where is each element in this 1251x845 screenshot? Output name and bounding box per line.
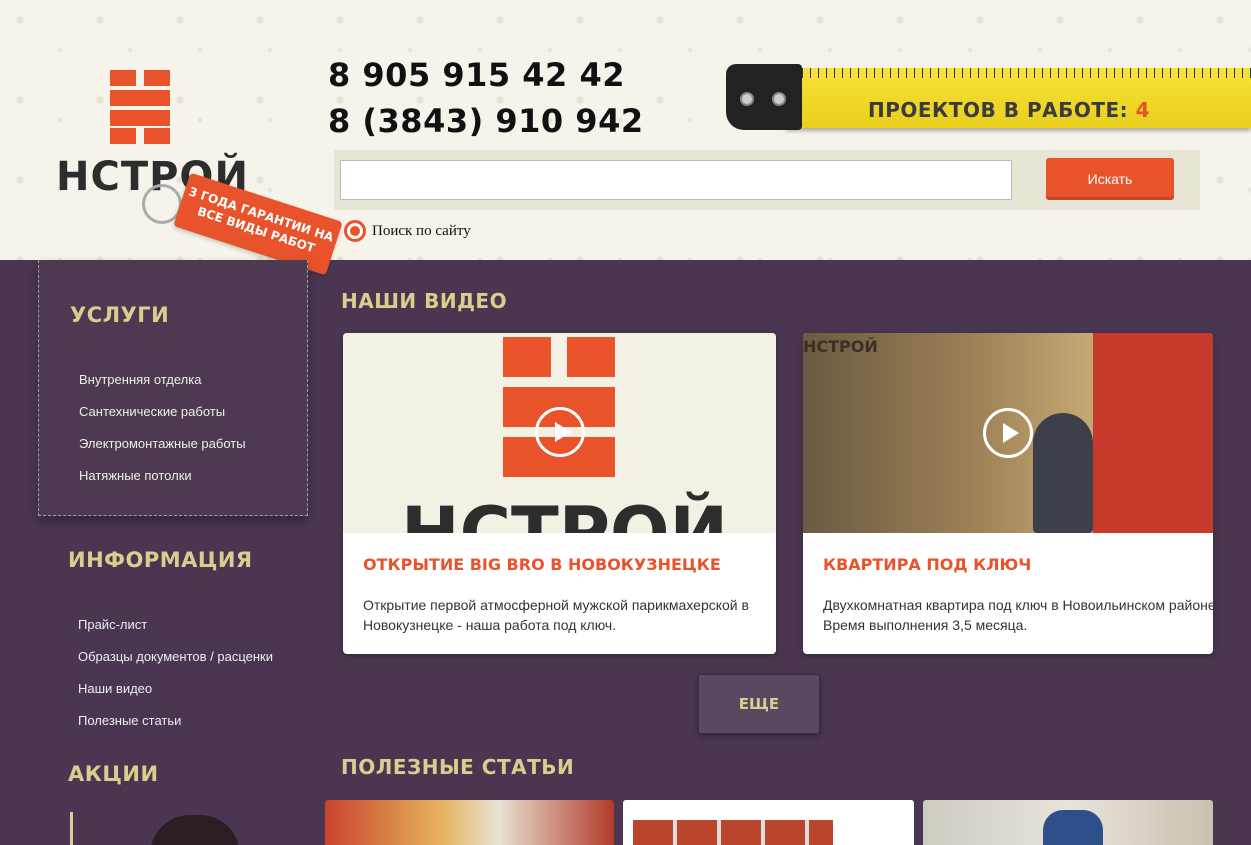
sidebar-item-electrical[interactable]: Электромонтажные работы: [79, 436, 246, 451]
phone-number-1[interactable]: 8 905 915 42 42: [328, 52, 644, 98]
search-scope-radio[interactable]: [344, 220, 366, 242]
figurine: [1033, 413, 1093, 533]
services-heading: УСЛУГИ: [70, 303, 170, 327]
projects-counter: ПРОЕКТОВ В РАБОТЕ: 4: [726, 64, 1251, 134]
search-button[interactable]: Искать: [1046, 158, 1174, 200]
sidebar-item-interior[interactable]: Внутренняя отделка: [79, 372, 201, 387]
play-icon[interactable]: [535, 407, 585, 457]
article-thumbnail[interactable]: [923, 800, 1213, 845]
projects-count: 4: [1135, 98, 1151, 122]
sidebar-item-price[interactable]: Прайс-лист: [78, 617, 147, 632]
video-title[interactable]: КВАРТИРА ПОД КЛЮЧ: [823, 555, 1031, 574]
articles-title: ПОЛЕЗНЫЕ СТАТЬИ: [341, 755, 575, 779]
videos-title: НАШИ ВИДЕО: [341, 289, 508, 313]
phone-number-2[interactable]: 8 (3843) 910 942: [328, 98, 644, 144]
play-icon[interactable]: [983, 408, 1033, 458]
search-panel: Искать: [334, 150, 1200, 210]
article-thumbnail[interactable]: [325, 800, 614, 845]
tape-hook-icon: [726, 64, 802, 130]
video-title[interactable]: ОТКРЫТИЕ BIG BRO В НОВОКУЗНЕЦКЕ: [363, 555, 721, 574]
sidebar-item-articles[interactable]: Полезные статьи: [78, 713, 181, 728]
video-card[interactable]: НСТРОЙ КВАРТИРА ПОД КЛЮЧ Двухкомнатная к…: [803, 333, 1213, 654]
video-description: Открытие первой атмосферной мужской пари…: [363, 597, 749, 633]
sidebar-item-documents[interactable]: Образцы документов / расценки: [78, 649, 273, 664]
site-header: НСТРОЙ 3 ГОДА ГАРАНТИИ НА ВСЕ ВИДЫ РАБОТ…: [0, 0, 1251, 276]
search-scope-label: Поиск по сайту: [372, 222, 471, 239]
projects-label: ПРОЕКТОВ В РАБОТЕ: 4: [868, 98, 1151, 122]
video-thumbnail[interactable]: НСТРОЙ: [343, 333, 776, 533]
brick-icon: [633, 820, 833, 845]
promo-accent-bar: [70, 812, 73, 845]
thumbnail-watermark: НСТРОЙ: [803, 337, 878, 356]
promo-image[interactable]: [150, 815, 240, 845]
search-scope[interactable]: Поиск по сайту: [344, 220, 471, 242]
video-description: Двухкомнатная квартира под ключ в Новоил…: [823, 597, 1213, 633]
sidebar-item-plumbing[interactable]: Сантехнические работы: [79, 404, 225, 419]
person-image: [1043, 810, 1103, 845]
search-input[interactable]: [340, 160, 1012, 200]
brick-wall: [1093, 333, 1213, 533]
article-thumbnail[interactable]: [623, 800, 914, 845]
sidebar-item-ceilings[interactable]: Натяжные потолки: [79, 468, 192, 483]
sidebar-item-videos[interactable]: Наши видео: [78, 681, 152, 696]
info-heading: ИНФОРМАЦИЯ: [68, 548, 253, 572]
video-card[interactable]: НСТРОЙ ОТКРЫТИЕ BIG BRO В НОВОКУЗНЕЦКЕ О…: [343, 333, 776, 654]
promo-heading: АКЦИИ: [68, 762, 159, 786]
phone-numbers: 8 905 915 42 42 8 (3843) 910 942: [328, 52, 644, 144]
more-videos-button[interactable]: ЕЩЕ: [698, 674, 820, 734]
logo-mark: [110, 70, 170, 144]
video-thumbnail[interactable]: НСТРОЙ: [803, 333, 1213, 533]
thumbnail-logo-text: НСТРОЙ: [401, 492, 729, 533]
